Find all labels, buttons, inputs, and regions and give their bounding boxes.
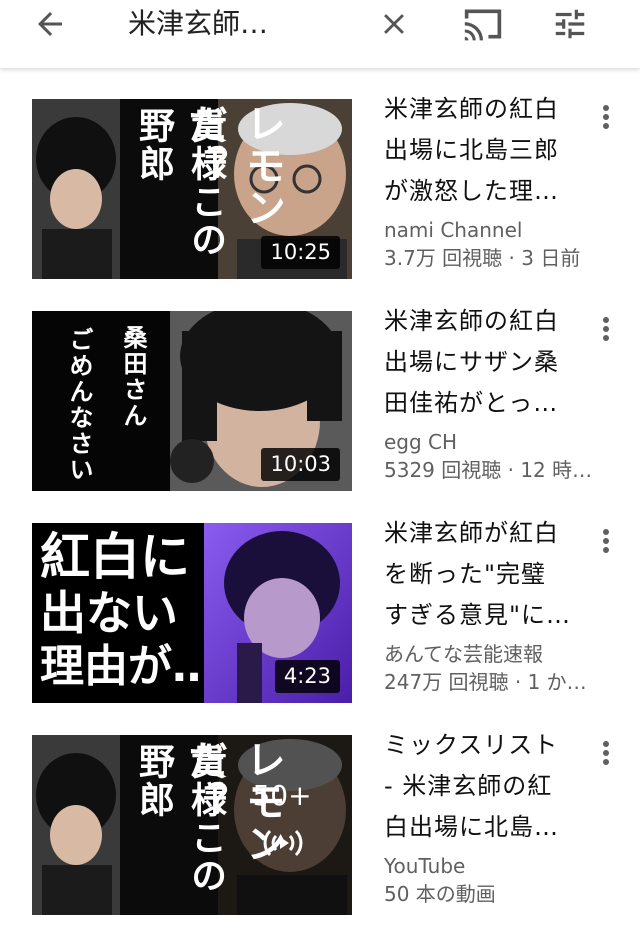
more-options-button[interactable] <box>596 314 616 344</box>
more-vert-icon <box>603 529 609 553</box>
video-stats: 5329 回視聴 · 12 時… <box>384 458 593 482</box>
more-vert-icon <box>603 105 609 129</box>
video-title[interactable]: 米津玄師の紅白 出場に北島三郎 が激怒した理… <box>384 89 594 212</box>
more-vert-icon <box>603 317 609 341</box>
video-thumbnail[interactable]: 紅白に 出ない 理由が‥ 4:23 <box>32 523 352 703</box>
duration-badge: 10:25 <box>261 236 340 269</box>
video-result[interactable]: 紅白に 出ない 理由が‥ 4:23 米津玄師が紅白 を断った"完璧 すぎる意見"… <box>0 519 640 723</box>
thumbnail-caption: 桑田さん <box>119 325 148 429</box>
video-thumbnail[interactable]: 桑田さん ごめんなさい 10:03 <box>32 311 352 491</box>
search-query[interactable]: 米津玄師… <box>128 4 368 44</box>
cast-button[interactable] <box>456 0 510 48</box>
channel-name: nami Channel <box>384 218 523 242</box>
arrow-back-icon <box>38 12 62 36</box>
duration-badge: 4:23 <box>274 660 340 693</box>
back-button[interactable] <box>26 0 74 48</box>
video-result[interactable]: レモンだ？ 貴様この野郎 10:25 米津玄師の紅白 出場に北島三郎 が激怒した… <box>0 95 640 299</box>
video-title[interactable]: 米津玄師が紅白 を断った"完璧 すぎる意見"に… <box>384 513 594 636</box>
thumbnail-caption: 貴様この野郎 <box>133 743 227 895</box>
playlist-thumbnail[interactable]: レモンだ？ 貴様この野郎 50+ <box>32 735 352 915</box>
channel-name: YouTube <box>384 854 466 878</box>
playlist-live-icon <box>260 825 306 865</box>
more-options-button[interactable] <box>596 738 616 768</box>
channel-name: egg CH <box>384 430 458 454</box>
thumbnail-caption: ごめんなさい <box>65 327 94 483</box>
more-vert-icon <box>603 741 609 765</box>
thumbnail-caption: 貴様この野郎 <box>133 107 227 259</box>
video-thumbnail[interactable]: レモンだ？ 貴様この野郎 10:25 <box>32 99 352 279</box>
playlist-result[interactable]: レモンだ？ 貴様この野郎 50+ ミックスリスト - 米津玄師の紅 白出場に北島… <box>0 731 640 935</box>
thumbnail-caption: 紅白に <box>40 528 190 586</box>
search-toolbar: 米津玄師… <box>0 0 640 68</box>
clear-search-button[interactable] <box>370 0 418 48</box>
duration-badge: 10:03 <box>261 448 340 481</box>
close-icon <box>384 14 404 34</box>
more-options-button[interactable] <box>596 102 616 132</box>
playlist-stats: 50 本の動画 <box>384 882 496 906</box>
video-stats: 247万 回視聴 · 1 か… <box>384 670 587 694</box>
cast-icon <box>464 9 502 41</box>
thumbnail-caption: 出ない <box>40 586 178 640</box>
playlist-count: 50+ <box>252 779 312 812</box>
thumbnail-caption: 理由が‥ <box>40 641 202 692</box>
more-options-button[interactable] <box>596 526 616 556</box>
filter-icon <box>555 9 585 39</box>
channel-name: あんてな芸能速報 <box>384 642 543 666</box>
video-stats: 3.7万 回視聴 · 3 日前 <box>384 246 581 270</box>
playlist-title[interactable]: ミックスリスト - 米津玄師の紅 白出場に北島… <box>384 725 594 848</box>
video-title[interactable]: 米津玄師の紅白 出場にサザン桑 田佳祐がとっ… <box>384 301 594 424</box>
video-result[interactable]: 桑田さん ごめんなさい 10:03 米津玄師の紅白 出場にサザン桑 田佳祐がとっ… <box>0 307 640 511</box>
filter-button[interactable] <box>546 0 594 48</box>
